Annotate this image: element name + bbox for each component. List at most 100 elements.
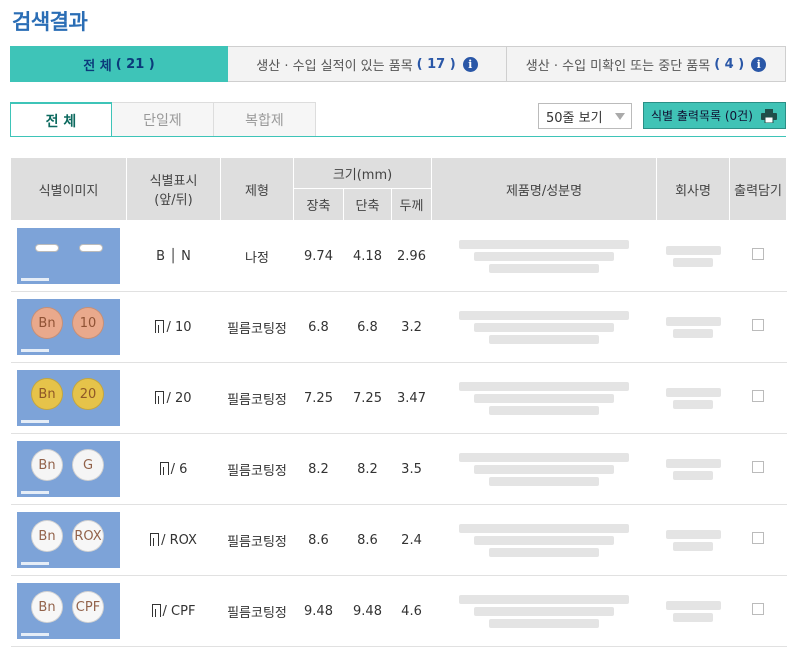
redacted-text [489, 618, 600, 628]
pill-back: 10 [72, 307, 104, 339]
print-checkbox[interactable] [752, 461, 765, 473]
header-thick: 두께 [390, 188, 433, 221]
tab-all[interactable]: 전 체 ( 21 ) [10, 46, 228, 82]
print-checkbox[interactable] [752, 248, 765, 260]
redacted-text [474, 322, 615, 332]
tab-unconfirmed[interactable]: 생산 · 수입 미확인 또는 중단 품목 ( 4 ) i [507, 46, 786, 82]
form-cell: 필름코팅정 [220, 504, 294, 576]
table-row: B │ N 나정 9.74 4.18 2.96 [10, 220, 787, 292]
header-size: 크기(mm) [292, 157, 433, 189]
header-image: 식별이미지 [10, 157, 127, 221]
company-cell [656, 433, 730, 505]
marking-text: / 10 [166, 319, 192, 335]
thickness-cell: 3.2 [391, 291, 432, 363]
subtab-all[interactable]: 전 체 [10, 102, 112, 137]
results-table: 식별이미지 식별표시 (앞/뒤) 제형 크기(mm) 제품명/성분명 회사명 출… [10, 157, 788, 647]
print-check-cell [729, 362, 787, 434]
pill-image-cell: Bn 10 [10, 291, 127, 363]
long-axis-cell: 8.2 [293, 433, 344, 505]
tab-produced[interactable]: 생산 · 수입 실적이 있는 품목 ( 17 ) i [228, 46, 507, 82]
redacted-text [489, 263, 600, 273]
printer-icon [761, 109, 777, 123]
logo-mark-icon [155, 390, 165, 404]
header-marking-sub: (앞/뒤) [154, 193, 193, 208]
print-check-cell [729, 575, 787, 647]
scale-bar [21, 562, 49, 565]
product-cell[interactable] [431, 291, 657, 363]
header-marking: 식별표시 (앞/뒤) [126, 157, 221, 221]
page-title: 검색결과 [12, 10, 88, 34]
product-cell[interactable] [431, 575, 657, 647]
tab-all-label: 전 체 [83, 58, 112, 74]
scale-bar [21, 633, 49, 636]
redacted-text [459, 310, 630, 320]
print-list-label: 식별 출력목록 (0건) [651, 109, 753, 123]
header-form: 제형 [220, 157, 294, 221]
scale-bar [21, 420, 49, 423]
drug-type-tabs: 전 체 단일제 복합제 [10, 102, 316, 137]
result-filter-tabs: 전 체 ( 21 ) 생산 · 수입 실적이 있는 품목 ( 17 ) i 생산… [10, 46, 786, 82]
marking-cell: / 20 [126, 362, 221, 434]
marking-text: / ROX [161, 532, 197, 548]
page-size-select[interactable]: 50줄 보기 [538, 103, 632, 129]
long-axis-cell: 7.25 [293, 362, 344, 434]
print-checkbox[interactable] [752, 319, 765, 331]
form-cell: 필름코팅정 [220, 433, 294, 505]
pill-image[interactable]: Bn CPF [17, 583, 120, 639]
long-axis-cell: 9.48 [293, 575, 344, 647]
pill-front: Bn [31, 520, 63, 552]
pill-image-cell: Bn ROX [10, 504, 127, 576]
form-cell: 필름코팅정 [220, 575, 294, 647]
print-check-cell [729, 291, 787, 363]
table-row: Bn G / 6 필름코팅정 8.2 8.2 3.5 [10, 433, 787, 505]
scale-bar [21, 491, 49, 494]
subtab-single[interactable]: 단일제 [112, 102, 214, 136]
header-company: 회사명 [656, 157, 731, 221]
redacted-text [673, 541, 714, 551]
logo-mark-icon [155, 319, 165, 333]
header-long: 장축 [293, 188, 344, 221]
marking-text: / 6 [170, 461, 188, 477]
print-check-cell [729, 504, 787, 576]
pill-image[interactable]: Bn ROX [17, 512, 120, 568]
pill-image[interactable]: Bn G [17, 441, 120, 497]
scale-bar [21, 278, 49, 281]
header-marking-label: 식별표시 [149, 174, 198, 189]
company-cell [656, 362, 730, 434]
redacted-text [665, 387, 721, 397]
product-cell[interactable] [431, 362, 657, 434]
redacted-text [459, 523, 630, 533]
print-list-button[interactable]: 식별 출력목록 (0건) [643, 102, 786, 129]
redacted-text [459, 594, 630, 604]
pill-image[interactable]: Bn 20 [17, 370, 120, 426]
print-checkbox[interactable] [752, 390, 765, 402]
header-short: 단축 [343, 188, 392, 221]
print-checkbox[interactable] [752, 603, 765, 615]
form-cell: 필름코팅정 [220, 362, 294, 434]
short-axis-cell: 6.8 [343, 291, 392, 363]
pill-back: ROX [72, 520, 104, 552]
pill-image[interactable] [17, 228, 120, 284]
product-cell[interactable] [431, 220, 657, 292]
info-icon[interactable]: i [751, 56, 767, 72]
pill-front [35, 244, 59, 252]
pill-image-cell: Bn G [10, 433, 127, 505]
pill-back [79, 244, 103, 252]
info-icon[interactable]: i [462, 56, 478, 72]
tab-produced-count: ( 17 ) [416, 56, 456, 72]
subtab-combination[interactable]: 복합제 [214, 102, 316, 136]
table-row: Bn 20 / 20 필름코팅정 7.25 7.25 3.47 [10, 362, 787, 434]
company-cell [656, 220, 730, 292]
product-cell[interactable] [431, 504, 657, 576]
marking-cell: / 10 [126, 291, 221, 363]
print-checkbox[interactable] [752, 532, 765, 544]
tab-all-count: ( 21 ) [115, 56, 155, 72]
pill-image[interactable]: Bn 10 [17, 299, 120, 355]
redacted-text [673, 399, 714, 409]
redacted-text [459, 381, 630, 391]
logo-mark-icon [159, 461, 169, 475]
product-cell[interactable] [431, 433, 657, 505]
form-cell: 나정 [220, 220, 294, 292]
header-print: 출력담기 [729, 157, 788, 221]
pill-front: Bn [31, 378, 63, 410]
